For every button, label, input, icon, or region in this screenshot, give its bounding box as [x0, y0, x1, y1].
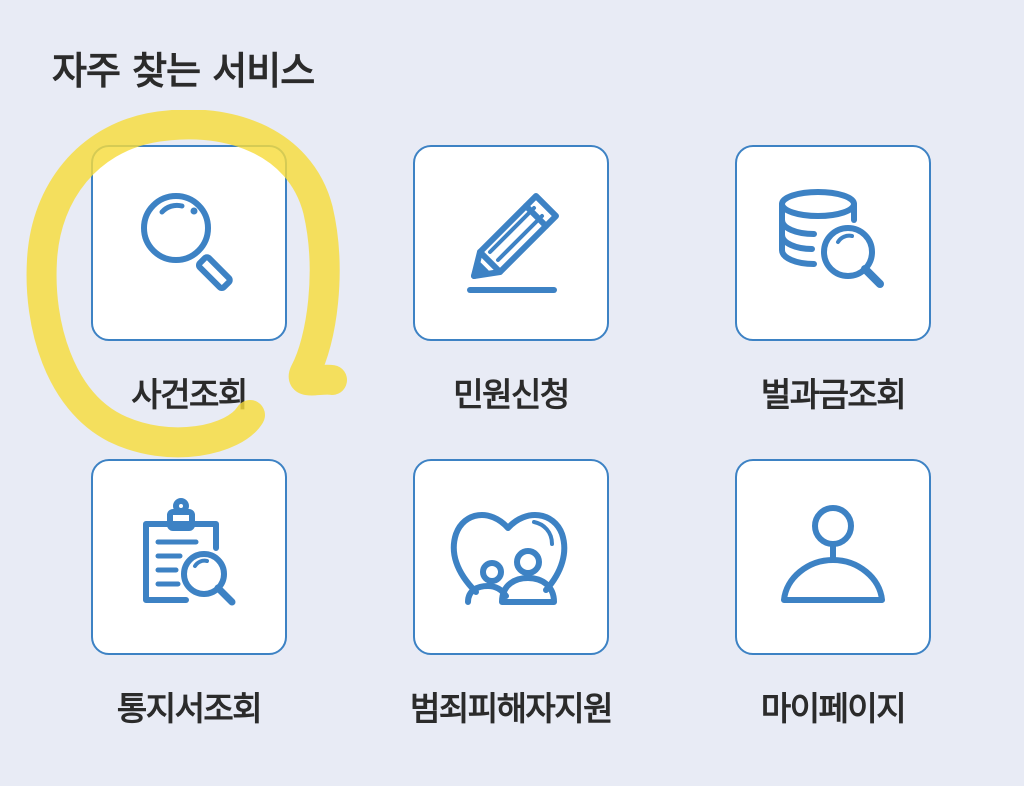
service-tile-case-lookup[interactable]	[91, 145, 287, 341]
magnifier-icon	[141, 193, 233, 292]
service-label-fine-lookup: 벌과금조회	[760, 375, 907, 414]
service-label-notice-lookup: 통지서조회	[116, 689, 263, 728]
pencil-icon	[467, 193, 559, 293]
service-tile-my-page[interactable]	[735, 459, 931, 655]
service-label-victim-support: 범죄피해자지원	[409, 689, 614, 728]
service-label-case-lookup: 사건조회	[131, 375, 248, 414]
service-tile-notice-lookup[interactable]	[91, 459, 287, 655]
service-tile-fine-lookup[interactable]	[735, 145, 931, 341]
service-label-my-page: 마이페이지	[760, 689, 907, 728]
coins-search-icon	[779, 189, 884, 288]
service-tile-victim-support[interactable]	[413, 459, 609, 655]
clipboard-search-icon	[143, 498, 236, 606]
heart-family-icon	[450, 512, 568, 605]
page: 자주 찾는 서비스 사건조회 민원신청 벌과금조회 통지서조회 범죄피해자지원 …	[0, 0, 1024, 786]
section-title: 자주 찾는 서비스	[52, 49, 315, 93]
service-tile-civil-application[interactable]	[413, 145, 609, 341]
service-label-civil-application: 민원신청	[453, 375, 570, 414]
user-icon	[781, 505, 885, 603]
